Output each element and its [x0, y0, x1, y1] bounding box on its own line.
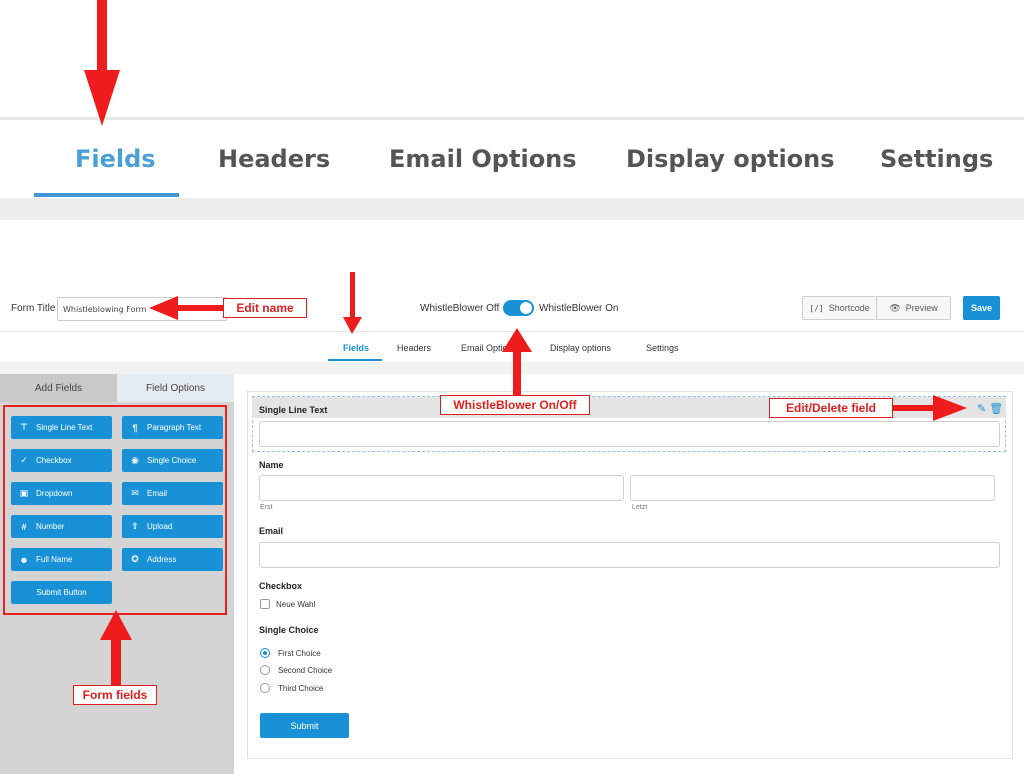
second-choice-label: Second Choice — [278, 666, 333, 675]
shortcode-button[interactable]: [/] Shortcode — [803, 297, 876, 319]
checkbox-input[interactable] — [260, 599, 270, 609]
first-choice-label: First Choice — [278, 649, 321, 658]
zoomed-tab-display-options[interactable]: Display options — [626, 145, 835, 173]
email-label: Email — [259, 526, 284, 536]
zoomed-tab-underline — [34, 193, 179, 197]
whistleblower-on-label: WhistleBlower On — [539, 303, 619, 314]
tab-add-fields[interactable]: Add Fields — [0, 374, 117, 402]
single-line-text-input[interactable] — [259, 421, 1000, 447]
first-name-sublabel: Erst — [260, 504, 273, 511]
submit-button[interactable]: Submit — [260, 713, 349, 738]
tab-display-options[interactable]: Display options — [550, 343, 611, 353]
radio-third-choice[interactable] — [260, 683, 270, 693]
shortcode-icon: [/] — [809, 303, 824, 313]
radio-second-choice[interactable] — [260, 665, 270, 675]
form-title-input[interactable]: Whistleblowing Form — [57, 297, 227, 321]
whistleblower-toggle[interactable] — [503, 300, 534, 316]
toggle-knob — [520, 302, 532, 314]
fields-arrow-shaft — [350, 272, 355, 317]
form-fields-highlight-frame — [3, 405, 227, 615]
tab-email-options[interactable]: Email Options — [461, 343, 517, 353]
zoomed-tab-fields[interactable]: Fields — [75, 145, 156, 173]
preview-label: Preview — [905, 303, 938, 313]
form-title-label: Form Title — [11, 303, 56, 314]
single-choice-label: Single Choice — [259, 625, 319, 635]
form-fields-annotation: Form fields — [73, 685, 157, 705]
tab-underline — [328, 359, 382, 361]
tab-settings[interactable]: Settings — [646, 343, 679, 353]
eye-icon: 👁 — [889, 302, 901, 313]
zoomed-tab-email-options[interactable]: Email Options — [389, 145, 577, 173]
whistleblower-annotation: WhistleBlower On/Off — [440, 395, 590, 415]
zoomed-tab-bar: Fields Headers Email Options Display opt… — [0, 120, 1024, 198]
radio-first-choice[interactable] — [260, 648, 270, 658]
last-name-sublabel: Letzt — [632, 504, 648, 511]
first-name-input[interactable] — [259, 475, 624, 501]
edit-delete-annotation: Edit/Delete field — [769, 398, 893, 418]
single-line-text-label: Single Line Text — [259, 405, 328, 415]
third-choice-label: Third Choice — [278, 684, 324, 693]
grey-band — [0, 198, 1024, 220]
last-name-input[interactable] — [630, 475, 995, 501]
checkbox-option-label: Neue Wahl — [276, 600, 316, 609]
email-input[interactable] — [259, 542, 1000, 568]
pencil-icon[interactable]: ✎ — [977, 402, 986, 415]
checkbox-label: Checkbox — [259, 581, 303, 591]
tab-fields[interactable]: Fields — [343, 343, 369, 353]
whistleblower-off-label: WhistleBlower Off — [420, 303, 500, 314]
tab-headers[interactable]: Headers — [397, 343, 431, 353]
shortcode-label: Shortcode — [828, 303, 870, 313]
tab-field-options[interactable]: Field Options — [117, 374, 234, 402]
top-arrow-shaft — [97, 0, 107, 70]
edit-name-annotation: Edit name — [223, 298, 307, 318]
header-divider — [0, 331, 1024, 332]
zoomed-tab-headers[interactable]: Headers — [218, 145, 330, 173]
action-button-group: [/] Shortcode 👁 Preview — [802, 296, 951, 320]
toggle-arrow-shaft — [513, 352, 521, 396]
field-action-icons: ✎ 🗑 — [977, 402, 1003, 415]
trash-icon[interactable]: 🗑 — [989, 402, 1003, 415]
name-label: Name — [259, 460, 284, 470]
preview-button[interactable]: 👁 Preview — [876, 297, 950, 319]
content-band — [0, 362, 1024, 374]
save-button[interactable]: Save — [963, 296, 1000, 320]
zoomed-tab-settings[interactable]: Settings — [880, 145, 993, 173]
